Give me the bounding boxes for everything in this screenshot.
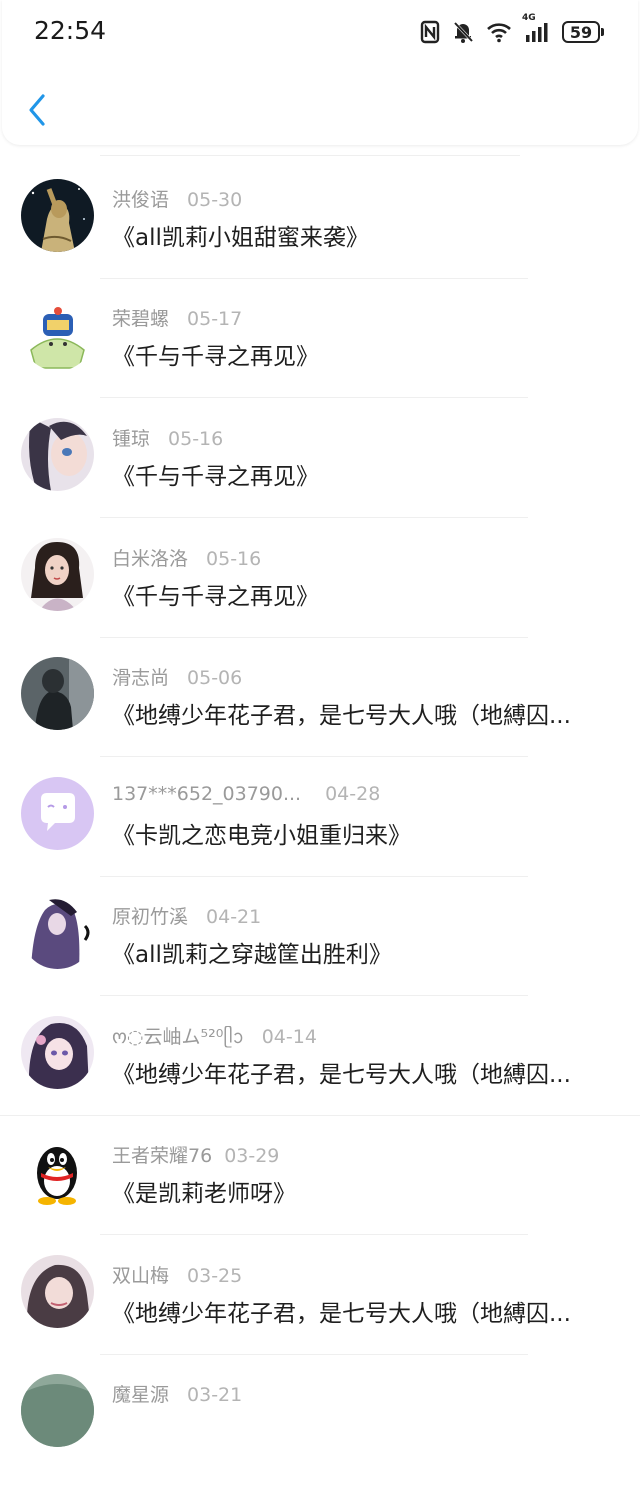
- book-title: 《是凯莉老师呀》: [112, 1181, 296, 1207]
- divider: [100, 155, 520, 156]
- back-button[interactable]: [22, 88, 62, 132]
- post-date: 03-29: [224, 1145, 280, 1167]
- username: 洪俊语: [112, 189, 170, 211]
- book-title: 《千与千寻之再见》: [112, 464, 319, 490]
- username: 137***652_03790...: [112, 783, 302, 805]
- avatar: [21, 179, 94, 252]
- battery-level: 59: [562, 21, 600, 43]
- book-title: 《地缚少年花子君，是七号大人哦（地縛囚...: [112, 703, 571, 729]
- avatar: [21, 777, 94, 850]
- avatar: [21, 418, 94, 491]
- list-item[interactable]: 锺琼 05-16 《千与千寻之再见》: [0, 418, 640, 538]
- divider: [100, 756, 528, 757]
- post-date: 04-21: [206, 906, 262, 928]
- post-date: 04-14: [261, 1026, 317, 1048]
- avatar: [21, 657, 94, 730]
- username: 白米洛洛: [112, 548, 189, 570]
- list-item[interactable]: 白米洛洛 05-16 《千与千寻之再见》: [0, 538, 640, 658]
- post-date: 03-25: [187, 1265, 243, 1287]
- list-item[interactable]: 原初竹溪 04-21 《all凯莉之穿越筐出胜利》: [0, 896, 640, 1016]
- divider: [100, 397, 528, 398]
- avatar: [21, 1374, 94, 1447]
- book-title: 《卡凯之恋电竞小姐重归来》: [112, 823, 411, 849]
- username: 原初竹溪: [112, 906, 189, 928]
- divider: [0, 1115, 640, 1116]
- username: 锺琼: [112, 428, 151, 450]
- list-item[interactable]: 双山梅 03-25 《地缚少年花子君，是七号大人哦（地縛囚...: [0, 1255, 640, 1375]
- avatar: [21, 538, 94, 611]
- avatar: [21, 298, 94, 371]
- post-date: 05-06: [187, 667, 243, 689]
- list-item[interactable]: 137***652_03790... 04-28 《卡凯之恋电竞小姐重归来》: [0, 777, 640, 897]
- username: ო◌云岫ム⁵²⁰ᥫᩣ: [112, 1026, 244, 1048]
- list-item[interactable]: 洪俊语 05-30 《all凯莉小姐甜蜜来袭》: [0, 179, 640, 299]
- divider: [100, 876, 528, 877]
- top-bar: 22:54 4G 59: [2, 0, 638, 145]
- status-time: 22:54: [34, 16, 107, 45]
- bell-muted-icon: [452, 20, 474, 44]
- avatar: [21, 1135, 94, 1208]
- divider: [100, 1234, 528, 1235]
- post-date: 05-30: [187, 189, 243, 211]
- avatar: [21, 1255, 94, 1328]
- list-item[interactable]: 魔星源 03-21: [0, 1374, 640, 1494]
- list-item[interactable]: ო◌云岫ム⁵²⁰ᥫᩣ 04-14 《地缚少年花子君，是七号大人哦（地縛囚...: [0, 1016, 640, 1136]
- nfc-icon: [420, 20, 440, 44]
- divider: [100, 278, 528, 279]
- list-item[interactable]: 滑志尚 05-06 《地缚少年花子君，是七号大人哦（地縛囚...: [0, 657, 640, 777]
- username: 王者荣耀76: [112, 1145, 213, 1167]
- divider: [100, 1354, 528, 1355]
- chevron-left-icon: [29, 94, 45, 126]
- list-item[interactable]: 荣碧螺 05-17 《千与千寻之再见》: [0, 298, 640, 418]
- username: 双山梅: [112, 1265, 170, 1287]
- signal-icon: 4G: [522, 13, 550, 43]
- battery-icon: 59: [562, 21, 604, 43]
- divider: [100, 637, 528, 638]
- book-title: 《地缚少年花子君，是七号大人哦（地縛囚...: [112, 1301, 571, 1327]
- username: 荣碧螺: [112, 308, 170, 330]
- book-title: 《千与千寻之再见》: [112, 584, 319, 610]
- book-title: 《千与千寻之再见》: [112, 344, 319, 370]
- divider: [100, 995, 528, 996]
- list-item[interactable]: 王者荣耀76 03-29 《是凯莉老师呀》: [0, 1135, 640, 1255]
- avatar: [21, 896, 94, 969]
- divider: [100, 517, 528, 518]
- post-date: 03-21: [187, 1384, 243, 1406]
- post-date: 05-17: [187, 308, 243, 330]
- username: 滑志尚: [112, 667, 170, 689]
- status-icons: 4G 59: [420, 13, 604, 46]
- post-date: 05-16: [206, 548, 262, 570]
- post-date: 04-28: [325, 783, 381, 805]
- book-title: 《地缚少年花子君，是七号大人哦（地縛囚...: [112, 1062, 571, 1088]
- username: 魔星源: [112, 1384, 170, 1406]
- post-date: 05-16: [168, 428, 224, 450]
- avatar: [21, 1016, 94, 1089]
- book-title: 《all凯莉小姐甜蜜来袭》: [112, 225, 369, 251]
- wifi-icon: [486, 21, 512, 43]
- status-bar: 22:54 4G 59: [2, 0, 638, 64]
- book-title: 《all凯莉之穿越筐出胜利》: [112, 942, 392, 968]
